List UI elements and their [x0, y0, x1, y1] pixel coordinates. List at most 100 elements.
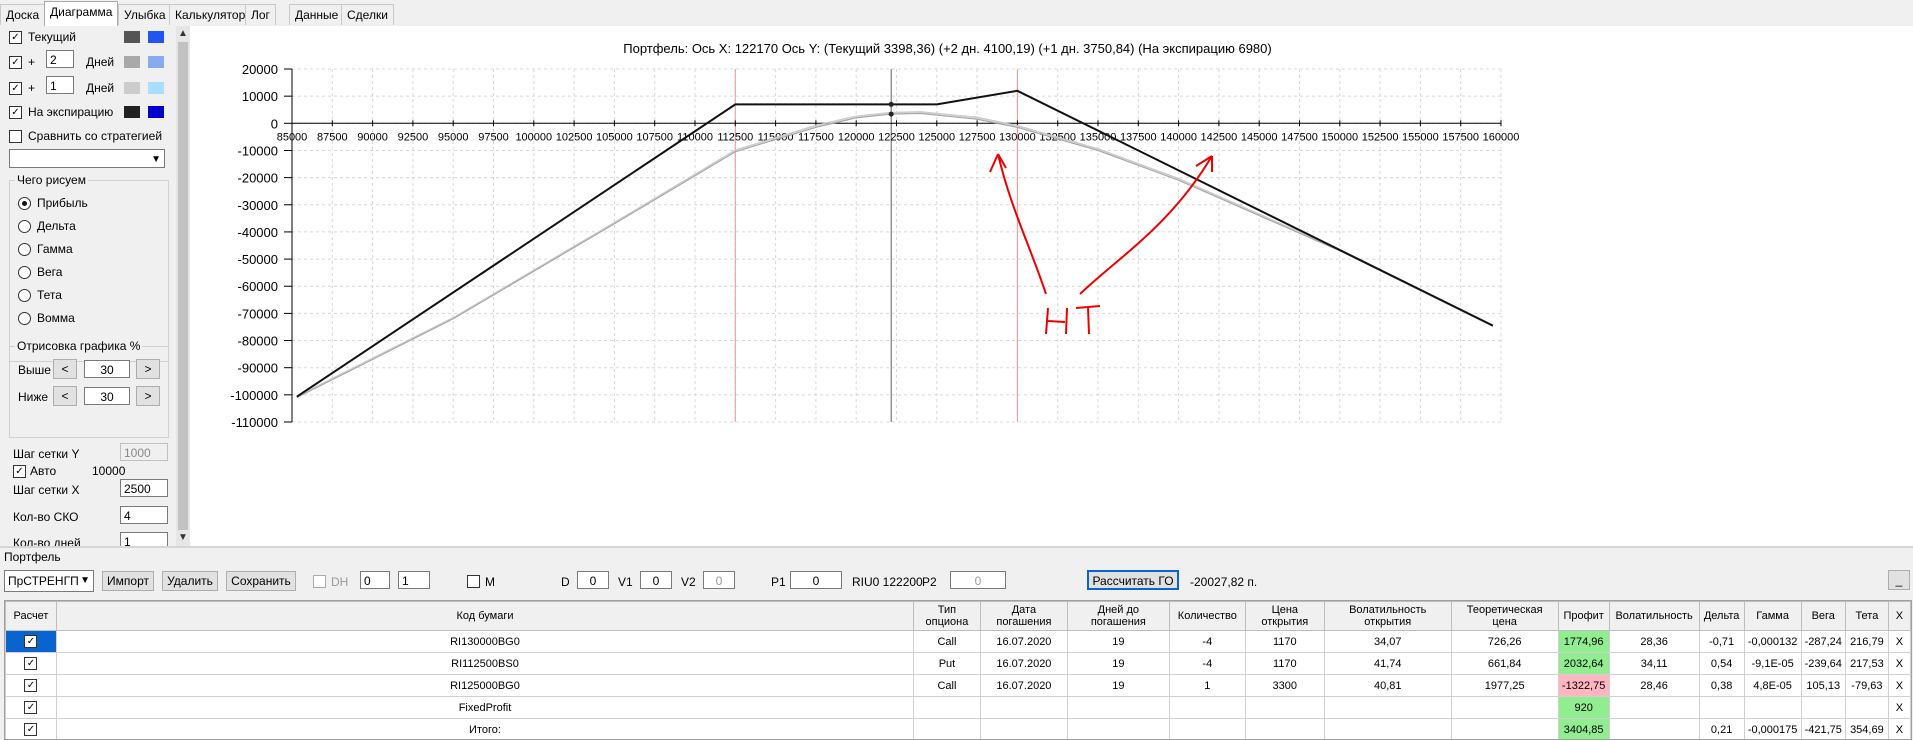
calc-cell[interactable]: ✓ [5, 674, 57, 697]
column-header[interactable]: Тип опциона [912, 601, 981, 631]
days-count-input[interactable]: 1 [120, 532, 168, 546]
expiry-checkbox[interactable]: ✓ [9, 106, 22, 119]
calc-cell[interactable]: ✓ [5, 696, 57, 719]
tab-board[interactable]: Доска [0, 4, 46, 25]
sko-input[interactable]: 4 [120, 506, 168, 524]
column-header[interactable]: Профит [1557, 601, 1610, 631]
below-decrease-button[interactable]: < [53, 386, 77, 406]
calc-cell[interactable]: ✓ [5, 652, 57, 675]
p2-input[interactable]: 0 [950, 571, 1006, 589]
plus2-checkbox[interactable]: ✓ [9, 56, 22, 69]
cell-qty: -4 [1168, 652, 1246, 675]
column-header[interactable]: Дата погашения [979, 601, 1068, 631]
m-checkbox[interactable] [467, 575, 480, 588]
radio-theta[interactable] [18, 289, 31, 302]
current-checkbox[interactable]: ✓ [9, 31, 22, 44]
plus2-color-swatch[interactable] [124, 56, 140, 68]
calc-cell[interactable]: ✓ [5, 630, 57, 653]
plus2-days-input[interactable]: 2 [46, 50, 74, 68]
d-input[interactable]: 0 [577, 571, 609, 589]
v1-input[interactable]: 0 [640, 571, 672, 589]
tab-data[interactable]: Данные [289, 4, 345, 25]
spin1-input[interactable]: 0 [360, 571, 390, 589]
expiry-color-swatch[interactable] [124, 106, 140, 118]
column-header[interactable]: Гамма [1743, 601, 1802, 631]
radio-delta[interactable] [18, 220, 31, 233]
panel-separator[interactable] [0, 546, 1913, 548]
p1-input[interactable]: 0 [790, 571, 842, 589]
strategy-select[interactable]: ▼ [9, 149, 165, 168]
plus1-color-swatch[interactable] [124, 82, 140, 94]
scrollbar-thumb[interactable] [178, 42, 188, 530]
above-increase-button[interactable]: > [136, 359, 160, 379]
column-header[interactable]: Дельта [1698, 601, 1745, 631]
column-header[interactable]: Теоретическая цена [1450, 601, 1559, 631]
save-button[interactable]: Сохранить [226, 571, 296, 591]
tab-diagram[interactable]: Диаграмма [44, 1, 119, 26]
table-row[interactable]: ✓ RI112500BS0 Put 16.07.2020 19 -4 1170 41,74 66… [5, 652, 1911, 675]
row-checkbox[interactable]: ✓ [24, 635, 38, 648]
column-header[interactable]: Тета [1844, 601, 1889, 631]
column-header[interactable]: Расчет [5, 601, 57, 631]
tab-deals[interactable]: Сделки [341, 4, 394, 25]
settings-scrollbar[interactable]: ▲ ▼ [176, 26, 190, 546]
column-header[interactable]: Цена открытия [1244, 601, 1325, 631]
current-color-swatch[interactable] [124, 31, 140, 43]
plus1-checkbox[interactable]: ✓ [9, 82, 22, 95]
tab-calculator[interactable]: Калькулятор [169, 4, 252, 25]
column-header[interactable]: Код бумаги [55, 601, 914, 631]
remove-row-button[interactable]: X [1887, 718, 1911, 739]
row-checkbox[interactable]: ✓ [24, 679, 38, 692]
remove-row-button[interactable]: X [1887, 696, 1911, 719]
above-input[interactable]: 30 [84, 360, 130, 378]
plus2-color-swatch-2[interactable] [148, 56, 164, 68]
grid-y-input[interactable]: 1000 [120, 443, 168, 461]
radio-profit[interactable] [18, 197, 31, 210]
row-checkbox[interactable]: ✓ [24, 657, 38, 670]
tab-log[interactable]: Лог [245, 4, 276, 25]
chevron-down-icon[interactable]: ▼ [176, 530, 190, 546]
remove-row-button[interactable]: X [1887, 652, 1911, 675]
table-row[interactable]: ✓ RI130000BG0 Call 16.07.2020 19 -4 1170 34,07 7… [5, 630, 1911, 653]
row-checkbox[interactable]: ✓ [24, 723, 38, 736]
remove-row-button[interactable]: X [1887, 630, 1911, 653]
table-row[interactable]: ✓ Итого: 3404,85 0,21 -0,000175 -421,75 354,69… [5, 718, 1911, 739]
compare-checkbox[interactable] [9, 130, 22, 143]
column-header[interactable]: Количество [1168, 601, 1246, 631]
dh-checkbox[interactable] [313, 575, 326, 588]
payoff-chart[interactable]: Портфель: Ось X: 122170 Ось Y: (Текущий … [190, 26, 1913, 546]
radio-vomma[interactable] [18, 312, 31, 325]
table-row[interactable]: ✓ RI125000BG0 Call 16.07.2020 19 1 3300 40,81 19… [5, 674, 1911, 697]
calc-cell[interactable]: ✓ [5, 718, 57, 739]
tab-smile[interactable]: Улыбка [118, 4, 172, 25]
auto-checkbox[interactable]: ✓ [13, 465, 26, 478]
radio-vega[interactable] [18, 266, 31, 279]
expiry-color-swatch-2[interactable] [148, 106, 164, 118]
cell-profit: 920 [1557, 696, 1610, 719]
row-checkbox[interactable]: ✓ [24, 701, 38, 714]
below-input[interactable]: 30 [84, 387, 130, 405]
spin2-input[interactable]: 1 [398, 571, 430, 589]
column-header[interactable]: Волатильность открытия [1323, 601, 1452, 631]
minimize-button[interactable]: _ [1888, 570, 1910, 590]
portfolio-select[interactable]: ПрСТРЕНГП ▼ [4, 570, 94, 592]
column-header[interactable]: Вега [1800, 601, 1846, 631]
plus1-days-input[interactable]: 1 [46, 76, 74, 94]
remove-row-button[interactable]: X [1887, 674, 1911, 697]
v2-input[interactable]: 0 [703, 571, 735, 589]
calc-go-button[interactable]: Рассчитать ГО [1087, 570, 1179, 590]
plus1-color-swatch-2[interactable] [148, 82, 164, 94]
column-header[interactable]: Волатильность [1608, 601, 1700, 631]
current-color-swatch-2[interactable] [148, 31, 164, 43]
chevron-up-icon[interactable]: ▲ [176, 26, 190, 42]
y-tick-label: -10000 [238, 143, 278, 158]
import-button[interactable]: Импорт [102, 571, 154, 591]
above-decrease-button[interactable]: < [53, 359, 77, 379]
grid-x-input[interactable]: 2500 [120, 479, 168, 497]
delete-button[interactable]: Удалить [162, 571, 218, 591]
radio-gamma[interactable] [18, 243, 31, 256]
below-increase-button[interactable]: > [136, 386, 160, 406]
column-header[interactable]: Дней до погашения [1066, 601, 1170, 631]
column-header[interactable]: X [1887, 601, 1911, 631]
table-row[interactable]: ✓ FixedProfit 920 X [5, 696, 1911, 719]
